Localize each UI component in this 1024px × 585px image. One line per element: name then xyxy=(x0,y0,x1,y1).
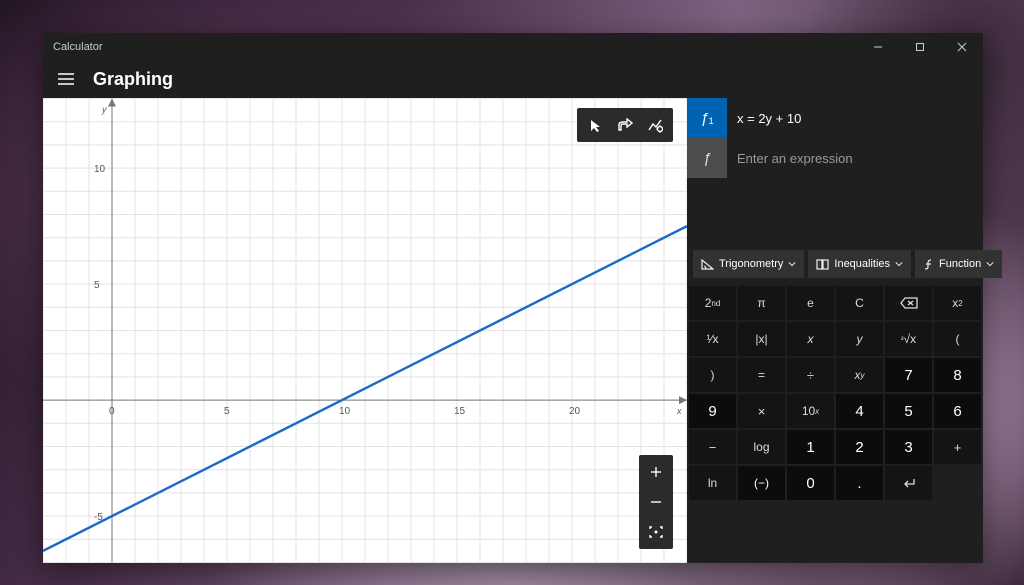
svg-text:x: x xyxy=(676,406,682,416)
key-var-x[interactable]: x xyxy=(787,322,834,356)
key-rparen[interactable]: ) xyxy=(689,358,736,392)
mode-title: Graphing xyxy=(93,69,173,90)
svg-text:20: 20 xyxy=(569,406,581,417)
graph-pane[interactable]: yx05101520-5510 xyxy=(43,98,687,563)
graph-canvas[interactable]: yx05101520-5510 xyxy=(43,98,687,563)
inequality-icon xyxy=(816,259,829,270)
function-dropdown[interactable]: Function xyxy=(915,250,1002,278)
key-sqrt[interactable]: ²√x xyxy=(885,322,932,356)
equation-function-badge[interactable]: ƒ1 xyxy=(687,98,727,138)
key-9[interactable]: 9 xyxy=(689,394,736,428)
key-ln[interactable]: ln xyxy=(689,466,736,500)
input-pane: ƒ1 x = 2y + 10 ƒ Enter an expression Tri… xyxy=(687,98,983,563)
svg-text:10: 10 xyxy=(339,406,351,417)
window-title: Calculator xyxy=(53,41,103,53)
function-symbol: ƒ xyxy=(700,110,708,127)
key-pi[interactable]: π xyxy=(738,286,785,320)
app-header: Graphing xyxy=(43,60,983,98)
close-button[interactable] xyxy=(941,33,983,60)
equation-function-badge-blank[interactable]: ƒ xyxy=(687,138,727,178)
equation-text[interactable]: x = 2y + 10 xyxy=(727,98,983,138)
key-3[interactable]: 3 xyxy=(885,430,932,464)
cursor-icon xyxy=(588,118,603,133)
calculator-window: Calculator Graphing yx05101520-5510 xyxy=(43,33,983,563)
key-lparen[interactable]: ( xyxy=(934,322,981,356)
maximize-button[interactable] xyxy=(899,33,941,60)
zoom-fit-button[interactable] xyxy=(639,517,673,547)
key-e[interactable]: e xyxy=(787,286,834,320)
svg-text:10: 10 xyxy=(94,164,106,175)
chevron-down-icon xyxy=(788,260,796,268)
zoom-controls xyxy=(639,455,673,549)
graph-toolbar xyxy=(577,108,673,142)
key-1[interactable]: 1 xyxy=(787,430,834,464)
function-symbol: ƒ xyxy=(703,150,711,167)
share-icon xyxy=(617,118,633,132)
key-multiply[interactable]: × xyxy=(738,394,785,428)
function-subscript: 1 xyxy=(709,110,714,126)
svg-text:y: y xyxy=(101,105,107,115)
key-8[interactable]: 8 xyxy=(934,358,981,392)
hamburger-icon xyxy=(58,73,74,85)
equation-row-1[interactable]: ƒ1 x = 2y + 10 xyxy=(687,98,983,138)
equation-placeholder[interactable]: Enter an expression xyxy=(727,138,983,178)
key-6[interactable]: 6 xyxy=(934,394,981,428)
chevron-down-icon xyxy=(895,260,903,268)
key-minus[interactable]: − xyxy=(689,430,736,464)
backspace-icon xyxy=(900,297,918,309)
function-icon xyxy=(923,258,934,270)
trace-button[interactable] xyxy=(580,111,610,139)
svg-text:15: 15 xyxy=(454,406,466,417)
menu-button[interactable] xyxy=(49,62,83,96)
key-clear[interactable]: C xyxy=(836,286,883,320)
svg-text:0: 0 xyxy=(109,406,115,417)
key-2[interactable]: 2 xyxy=(836,430,883,464)
key-backspace[interactable] xyxy=(885,286,932,320)
key-x-pow-y[interactable]: xy xyxy=(836,358,883,392)
key-divide[interactable]: ÷ xyxy=(787,358,834,392)
equation-row-new[interactable]: ƒ Enter an expression xyxy=(687,138,983,178)
keypad: 2nd π e C x2 ¹⁄x |x| x y ²√x ( ) = ÷ xyxy=(687,284,983,502)
plus-icon xyxy=(649,465,663,479)
key-plus[interactable]: + xyxy=(934,430,981,464)
key-negate[interactable]: (−) xyxy=(738,466,785,500)
equation-list: ƒ1 x = 2y + 10 ƒ Enter an expression xyxy=(687,98,983,178)
svg-text:5: 5 xyxy=(94,280,100,291)
zoom-in-button[interactable] xyxy=(639,457,673,487)
window-caption-buttons xyxy=(857,33,983,60)
minimize-button[interactable] xyxy=(857,33,899,60)
graph-options-button[interactable] xyxy=(640,111,670,139)
key-var-y[interactable]: y xyxy=(836,322,883,356)
enter-icon xyxy=(902,477,916,489)
angle-icon xyxy=(701,259,714,270)
key-abs[interactable]: |x| xyxy=(738,322,785,356)
inequalities-label: Inequalities xyxy=(834,258,890,270)
share-button[interactable] xyxy=(610,111,640,139)
key-decimal[interactable]: . xyxy=(836,466,883,500)
key-5[interactable]: 5 xyxy=(885,394,932,428)
plot-settings-icon xyxy=(647,118,663,133)
key-10-pow-x[interactable]: 10x xyxy=(787,394,834,428)
chevron-down-icon xyxy=(986,260,994,268)
key-7[interactable]: 7 xyxy=(885,358,932,392)
zoom-out-button[interactable] xyxy=(639,487,673,517)
trigonometry-label: Trigonometry xyxy=(719,258,783,270)
key-x-squared[interactable]: x2 xyxy=(934,286,981,320)
trigonometry-dropdown[interactable]: Trigonometry xyxy=(693,250,804,278)
function-label: Function xyxy=(939,258,981,270)
svg-text:5: 5 xyxy=(224,406,230,417)
title-bar: Calculator xyxy=(43,33,983,60)
category-bar: Trigonometry Inequalities Function xyxy=(687,244,983,284)
minus-icon xyxy=(649,495,663,509)
fit-icon xyxy=(648,525,664,539)
key-enter[interactable] xyxy=(885,466,932,500)
key-4[interactable]: 4 xyxy=(836,394,883,428)
key-equals[interactable]: = xyxy=(738,358,785,392)
key-log[interactable]: log xyxy=(738,430,785,464)
app-body: yx05101520-5510 xyxy=(43,98,983,563)
key-0[interactable]: 0 xyxy=(787,466,834,500)
key-2nd[interactable]: 2nd xyxy=(689,286,736,320)
key-reciprocal[interactable]: ¹⁄x xyxy=(689,322,736,356)
inequalities-dropdown[interactable]: Inequalities xyxy=(808,250,911,278)
